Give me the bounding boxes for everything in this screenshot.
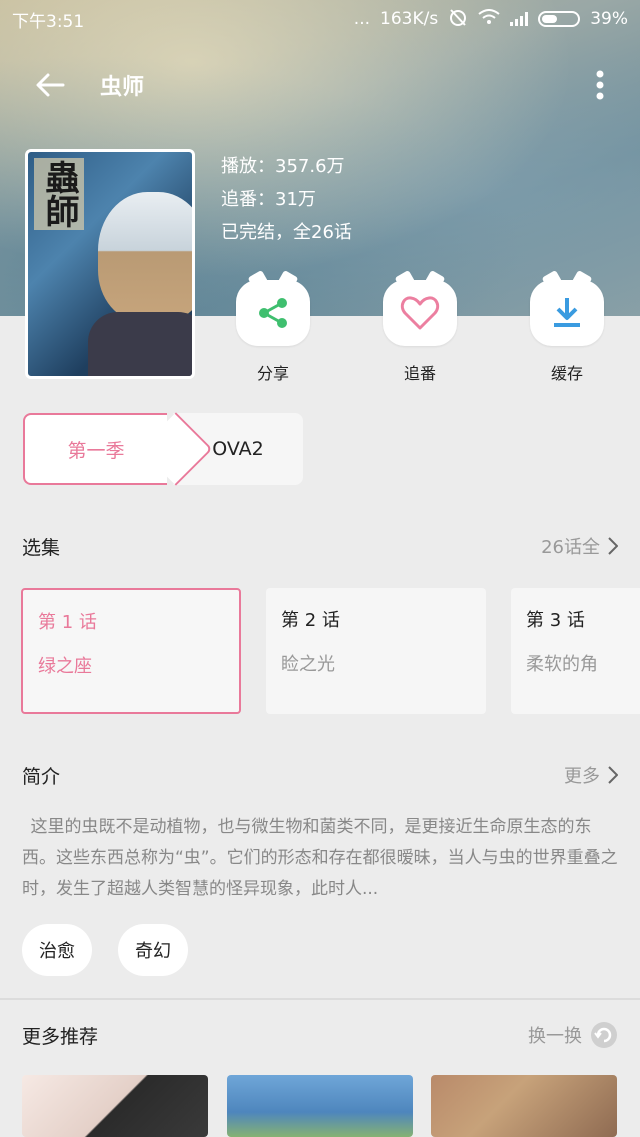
recommend-thumbnail[interactable] <box>227 1075 413 1137</box>
alarm-off-icon <box>448 7 468 32</box>
section-divider <box>0 998 640 1000</box>
poster-character <box>98 192 192 322</box>
follow-label: 追番 <box>403 364 436 383</box>
episode-card[interactable]: 第 1 话 绿之座 <box>21 588 241 714</box>
network-speed: 163K/s <box>380 9 439 29</box>
recommend-title: 更多推荐 <box>22 1025 99 1048</box>
battery-icon <box>538 11 581 27</box>
recommend-header: 更多推荐 换一换 <box>22 1020 618 1050</box>
heart-icon <box>400 296 440 330</box>
download-label: 缓存 <box>550 364 583 383</box>
poster-logo: 蟲師 <box>34 158 84 230</box>
recommend-thumbnail[interactable] <box>431 1075 617 1137</box>
back-button[interactable] <box>0 50 100 120</box>
intro-more-link[interactable]: 更多 <box>564 762 618 788</box>
app-bar: 虫师 <box>0 50 640 120</box>
intro-title: 简介 <box>22 765 61 788</box>
season-tab-1[interactable]: 第一季 <box>23 413 167 485</box>
episode-status: 已完结，全26话 <box>221 222 352 243</box>
notification-dots-icon: ... <box>353 9 371 29</box>
share-icon <box>259 298 287 328</box>
refresh-icon <box>591 1022 617 1048</box>
episode-card[interactable]: 第 3 话 柔软的角 <box>511 588 640 714</box>
download-icon <box>554 298 580 327</box>
episodes-all-link[interactable]: 26话全 <box>541 533 618 559</box>
page-title: 虫师 <box>100 75 145 100</box>
share-label: 分享 <box>256 364 289 383</box>
signal-icon <box>510 12 529 26</box>
tag-chip[interactable]: 奇幻 <box>118 924 188 976</box>
refresh-recommend-button[interactable]: 换一换 <box>528 1021 618 1049</box>
follow-button[interactable]: 追番 <box>380 280 460 384</box>
play-count: 播放：357.6万 <box>221 156 345 177</box>
status-time: 下午3:51 <box>12 11 85 32</box>
action-row: 分享 追番 缓存 <box>230 280 640 390</box>
share-button[interactable]: 分享 <box>233 280 313 384</box>
chevron-right-icon <box>608 766 618 784</box>
episodes-title: 选集 <box>22 536 61 559</box>
chevron-right-icon <box>608 537 618 555</box>
recommend-list <box>22 1075 640 1137</box>
intro-header: 简介 更多 <box>22 760 618 790</box>
more-options-button[interactable] <box>560 50 640 120</box>
episode-list: 第 1 话 绿之座 第 2 话 睑之光 第 3 话 柔软的角 <box>21 588 640 716</box>
episode-card[interactable]: 第 2 话 睑之光 <box>266 588 486 714</box>
episodes-header: 选集 26话全 <box>22 531 618 561</box>
back-arrow-icon <box>36 73 65 97</box>
follow-count: 追番：31万 <box>221 189 316 210</box>
download-button[interactable]: 缓存 <box>527 280 607 384</box>
anime-poster: 蟲師 <box>25 149 195 379</box>
tag-chip[interactable]: 治愈 <box>22 924 92 976</box>
anime-meta: 播放：357.6万 追番：31万 已完结，全26话 <box>221 150 352 249</box>
battery-level: 39% <box>590 9 628 29</box>
intro-text: 这里的虫既不是动植物，也与微生物和菌类不同，是更接近生命原生态的东西。这些东西总… <box>22 817 618 899</box>
tag-list: 治愈 奇幻 <box>22 924 188 976</box>
wifi-icon <box>478 8 500 30</box>
recommend-thumbnail[interactable] <box>22 1075 208 1137</box>
status-bar: 下午3:51 ... 163K/s 39% <box>0 0 640 38</box>
more-vertical-icon <box>596 70 604 100</box>
